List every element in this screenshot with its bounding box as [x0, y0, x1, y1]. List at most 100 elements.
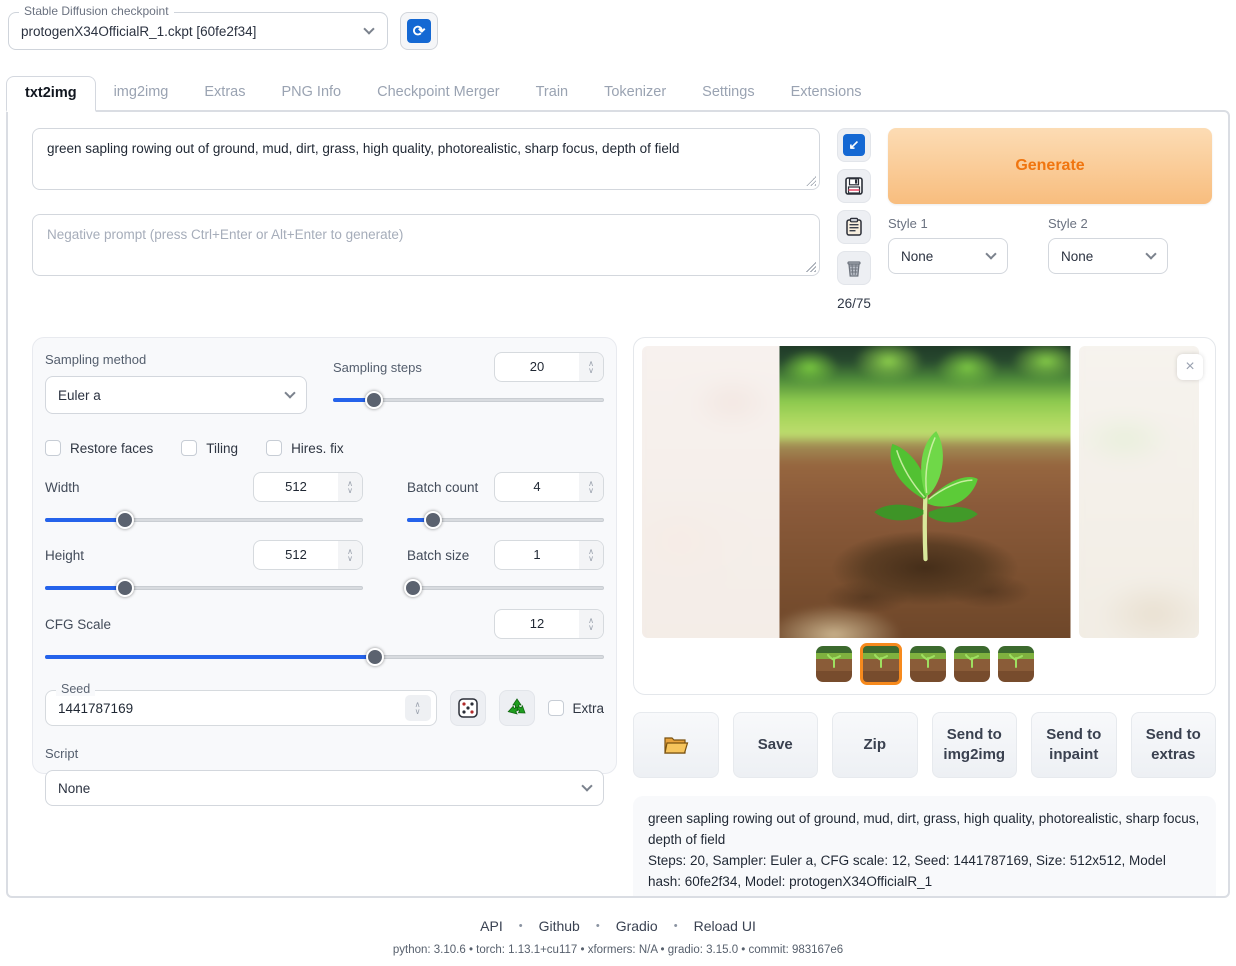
footer-link-api[interactable]: API — [480, 918, 503, 934]
sampling-steps-slider[interactable] — [333, 391, 604, 409]
generated-image[interactable] — [779, 346, 1070, 638]
cfg-scale-input[interactable]: 12 ∧∨ — [494, 609, 604, 639]
script-select[interactable]: None — [45, 770, 604, 806]
width-label: Width — [45, 480, 80, 495]
cfg-scale-label: CFG Scale — [45, 617, 111, 632]
generation-info-params: Steps: 20, Sampler: Euler a, CFG scale: … — [648, 851, 1201, 893]
resize-grip-icon[interactable] — [806, 176, 816, 186]
save-style-button[interactable] — [837, 169, 871, 203]
close-gallery-button[interactable]: × — [1177, 354, 1203, 380]
version-info: python: 3.10.6 • torch: 1.13.1+cu117 • x… — [0, 944, 1236, 956]
open-folder-button[interactable] — [633, 712, 719, 778]
thumbnail-2-selected[interactable] — [860, 643, 902, 685]
batch-size-slider[interactable] — [407, 579, 604, 597]
checkbox-icon — [266, 440, 282, 456]
tiling-checkbox[interactable]: Tiling — [181, 440, 238, 456]
clipboard-icon — [844, 217, 864, 237]
send-to-extras-button[interactable]: Send to extras — [1131, 712, 1217, 778]
height-label: Height — [45, 548, 84, 563]
gallery-next-image[interactable] — [1079, 346, 1199, 638]
tab-txt2img[interactable]: txt2img — [6, 76, 96, 112]
style1-select[interactable]: None — [888, 238, 1008, 274]
prompt-tools: ↙ — [836, 128, 872, 311]
footer-link-github[interactable]: Github — [539, 918, 580, 934]
output-column: × Save Zip S — [633, 337, 1216, 898]
style2-select[interactable]: None — [1048, 238, 1168, 274]
cfg-scale-value: 12 — [495, 610, 579, 638]
script-value: None — [58, 781, 575, 796]
bullet-separator: • — [519, 920, 523, 932]
restore-faces-checkbox[interactable]: Restore faces — [45, 440, 153, 456]
extra-seed-checkbox[interactable]: Extra — [548, 700, 605, 716]
bullet-separator: • — [596, 920, 600, 932]
seed-input[interactable]: Seed 1441787169 ∧∨ — [45, 690, 437, 726]
checkbox-icon — [45, 440, 61, 456]
token-counter: 26/75 — [837, 296, 871, 311]
prompt-input[interactable]: green sapling rowing out of ground, mud,… — [33, 129, 819, 189]
send-to-inpaint-button[interactable]: Send to inpaint — [1031, 712, 1117, 778]
send-to-img2img-button[interactable]: Send to img2img — [932, 712, 1018, 778]
reuse-seed-button[interactable] — [499, 690, 535, 726]
stepper-arrows-icon[interactable]: ∧∨ — [579, 473, 603, 501]
random-seed-button[interactable] — [450, 690, 486, 726]
thumbnail-5[interactable] — [998, 646, 1034, 682]
sampling-method-label: Sampling method — [45, 352, 307, 367]
tab-train[interactable]: Train — [518, 76, 587, 110]
stepper-arrows-icon[interactable]: ∧∨ — [405, 695, 431, 721]
stepper-arrows-icon[interactable]: ∧∨ — [579, 353, 603, 381]
prompt-box: green sapling rowing out of ground, mud,… — [32, 128, 820, 190]
tab-tokenizer[interactable]: Tokenizer — [586, 76, 684, 110]
checkpoint-value: protogenX34OfficialR_1.ckpt [60fe2f34] — [21, 24, 357, 39]
hires-fix-label: Hires. fix — [291, 441, 344, 456]
clear-prompt-button[interactable] — [837, 251, 871, 285]
negative-prompt-input[interactable] — [33, 215, 819, 275]
thumbnail-1[interactable] — [816, 646, 852, 682]
apply-style-button[interactable] — [837, 210, 871, 244]
height-input[interactable]: 512 ∧∨ — [253, 540, 363, 570]
save-image-button[interactable]: Save — [733, 712, 819, 778]
paste-generation-params-button[interactable]: ↙ — [837, 128, 871, 162]
chevron-down-icon — [581, 780, 592, 791]
tab-checkpoint-merger[interactable]: Checkpoint Merger — [359, 76, 518, 110]
batch-count-input[interactable]: 4 ∧∨ — [494, 472, 604, 502]
thumbnail-3[interactable] — [910, 646, 946, 682]
stepper-arrows-icon[interactable]: ∧∨ — [579, 610, 603, 638]
sampling-steps-input[interactable]: 20 ∧∨ — [494, 352, 604, 382]
tiling-label: Tiling — [206, 441, 238, 456]
style1-label: Style 1 — [888, 216, 1008, 231]
thumbnail-4[interactable] — [954, 646, 990, 682]
footer-link-reload-ui[interactable]: Reload UI — [694, 918, 756, 934]
refresh-icon: ⟳ — [407, 19, 431, 43]
gallery-prev-image[interactable] — [642, 346, 787, 638]
image-gallery: × — [633, 337, 1216, 695]
generate-button[interactable]: Generate — [888, 128, 1212, 204]
footer-link-gradio[interactable]: Gradio — [616, 918, 658, 934]
tab-img2img[interactable]: img2img — [96, 76, 187, 110]
checkpoint-select[interactable]: Stable Diffusion checkpoint protogenX34O… — [8, 12, 388, 50]
width-input[interactable]: 512 ∧∨ — [253, 472, 363, 502]
tab-png-info[interactable]: PNG Info — [263, 76, 359, 110]
width-slider[interactable] — [45, 511, 363, 529]
batch-count-slider[interactable] — [407, 511, 604, 529]
cfg-scale-slider[interactable] — [45, 648, 604, 666]
tab-extensions[interactable]: Extensions — [773, 76, 880, 110]
batch-size-input[interactable]: 1 ∧∨ — [494, 540, 604, 570]
sampling-steps-value: 20 — [495, 353, 579, 381]
zip-button[interactable]: Zip — [832, 712, 918, 778]
checkbox-icon — [181, 440, 197, 456]
sampling-method-select[interactable]: Euler a — [45, 376, 307, 414]
chevron-down-icon — [284, 387, 295, 398]
style2-value: None — [1061, 249, 1139, 264]
stepper-arrows-icon[interactable]: ∧∨ — [338, 541, 362, 569]
height-slider[interactable] — [45, 579, 363, 597]
refresh-checkpoints-button[interactable]: ⟳ — [400, 12, 438, 50]
resize-grip-icon[interactable] — [806, 262, 816, 272]
tab-extras[interactable]: Extras — [186, 76, 263, 110]
chevron-down-icon — [985, 248, 996, 259]
stepper-arrows-icon[interactable]: ∧∨ — [579, 541, 603, 569]
bullet-separator: • — [674, 920, 678, 932]
hires-fix-checkbox[interactable]: Hires. fix — [266, 440, 344, 456]
txt2img-panel: green sapling rowing out of ground, mud,… — [6, 110, 1230, 898]
stepper-arrows-icon[interactable]: ∧∨ — [338, 473, 362, 501]
tab-settings[interactable]: Settings — [684, 76, 772, 110]
